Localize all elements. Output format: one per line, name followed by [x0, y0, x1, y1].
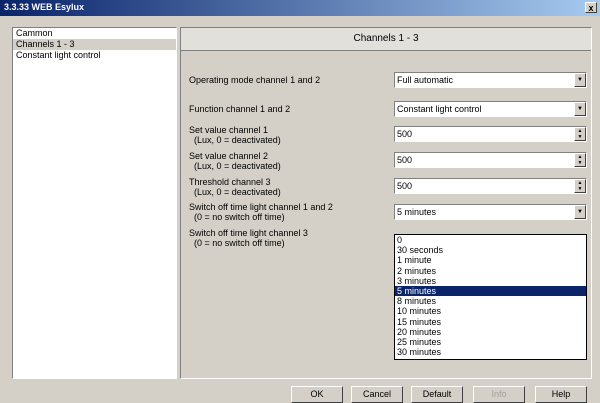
- function-value: Constant light control: [397, 104, 482, 114]
- dropdown-option[interactable]: 30 minutes: [395, 347, 586, 357]
- threshold-3-spinner[interactable]: 500 ▲ ▼: [394, 178, 587, 194]
- set-value-2-value: 500: [397, 155, 413, 165]
- switch-off-1-2-value: 5 minutes: [397, 207, 437, 217]
- help-button[interactable]: Help: [535, 386, 587, 403]
- operating-mode-value: Full automatic: [397, 75, 454, 85]
- dropdown-option[interactable]: 8 minutes: [395, 296, 586, 306]
- dropdown-option[interactable]: 20 minutes: [395, 327, 586, 337]
- info-button: Info: [473, 386, 525, 403]
- dropdown-option[interactable]: 3 minutes: [395, 276, 586, 286]
- threshold-3-value: 500: [397, 181, 413, 191]
- chevron-down-icon[interactable]: ▼: [574, 102, 586, 116]
- window-title: 3.3.33 WEB Esylux: [4, 2, 85, 12]
- spinner-arrows-icon[interactable]: ▲ ▼: [574, 127, 586, 141]
- row-label-switch-off-3: Switch off time light channel 3 (0 = no …: [189, 228, 308, 248]
- row-label-switch-off-1-2: Switch off time light channel 1 and 2 (0…: [189, 202, 333, 222]
- spinner-arrows-icon[interactable]: ▲ ▼: [574, 153, 586, 167]
- panel-title: Channels 1 - 3: [181, 28, 591, 51]
- default-button[interactable]: Default: [411, 386, 463, 403]
- row-label-set-value-2: Set value channel 2 (Lux, 0 = deactivate…: [189, 151, 281, 171]
- sidebar-item-channels[interactable]: Channels 1 - 3: [13, 39, 176, 50]
- dropdown-option[interactable]: 10 minutes: [395, 306, 586, 316]
- chevron-down-icon[interactable]: ▼: [574, 73, 586, 87]
- dropdown-option[interactable]: 25 minutes: [395, 337, 586, 347]
- close-icon[interactable]: x: [585, 2, 597, 13]
- set-value-1-spinner[interactable]: 500 ▲ ▼: [394, 126, 587, 142]
- function-select[interactable]: Constant light control ▼: [394, 101, 587, 117]
- chevron-down-icon[interactable]: ▼: [574, 205, 586, 219]
- dropdown-option[interactable]: 2 minutes: [395, 266, 586, 276]
- dialog-body: Cammon Channels 1 - 3 Constant light con…: [0, 16, 600, 403]
- set-value-2-spinner[interactable]: 500 ▲ ▼: [394, 152, 587, 168]
- ok-button[interactable]: OK: [291, 386, 343, 403]
- switch-off-dropdown-list[interactable]: 0 30 seconds 1 minute 2 minutes 3 minute…: [394, 234, 587, 360]
- row-label-function: Function channel 1 and 2: [189, 104, 291, 114]
- sidebar-item-constant-light[interactable]: Constant light control: [13, 50, 176, 61]
- row-label-operating-mode: Operating mode channel 1 and 2: [189, 75, 321, 85]
- dropdown-option-selected[interactable]: 5 minutes: [395, 285, 586, 297]
- sidebar-item-cammon[interactable]: Cammon: [13, 28, 176, 39]
- title-bar: 3.3.33 WEB Esylux x: [0, 0, 600, 16]
- cancel-button[interactable]: Cancel: [351, 386, 403, 403]
- dropdown-option[interactable]: 30 seconds: [395, 245, 586, 255]
- switch-off-1-2-select[interactable]: 5 minutes ▼: [394, 204, 587, 220]
- sidebar: Cammon Channels 1 - 3 Constant light con…: [12, 27, 177, 379]
- operating-mode-select[interactable]: Full automatic ▼: [394, 72, 587, 88]
- dropdown-option[interactable]: 15 minutes: [395, 317, 586, 327]
- dropdown-option[interactable]: 1 minute: [395, 255, 586, 265]
- set-value-1-value: 500: [397, 129, 413, 139]
- settings-panel: Channels 1 - 3 Operating mode channel 1 …: [180, 27, 592, 379]
- row-label-threshold-3: Threshold channel 3 (Lux, 0 = deactivate…: [189, 177, 281, 197]
- dropdown-option[interactable]: 0: [395, 235, 586, 245]
- spinner-arrows-icon[interactable]: ▲ ▼: [574, 179, 586, 193]
- row-label-set-value-1: Set value channel 1 (Lux, 0 = deactivate…: [189, 125, 281, 145]
